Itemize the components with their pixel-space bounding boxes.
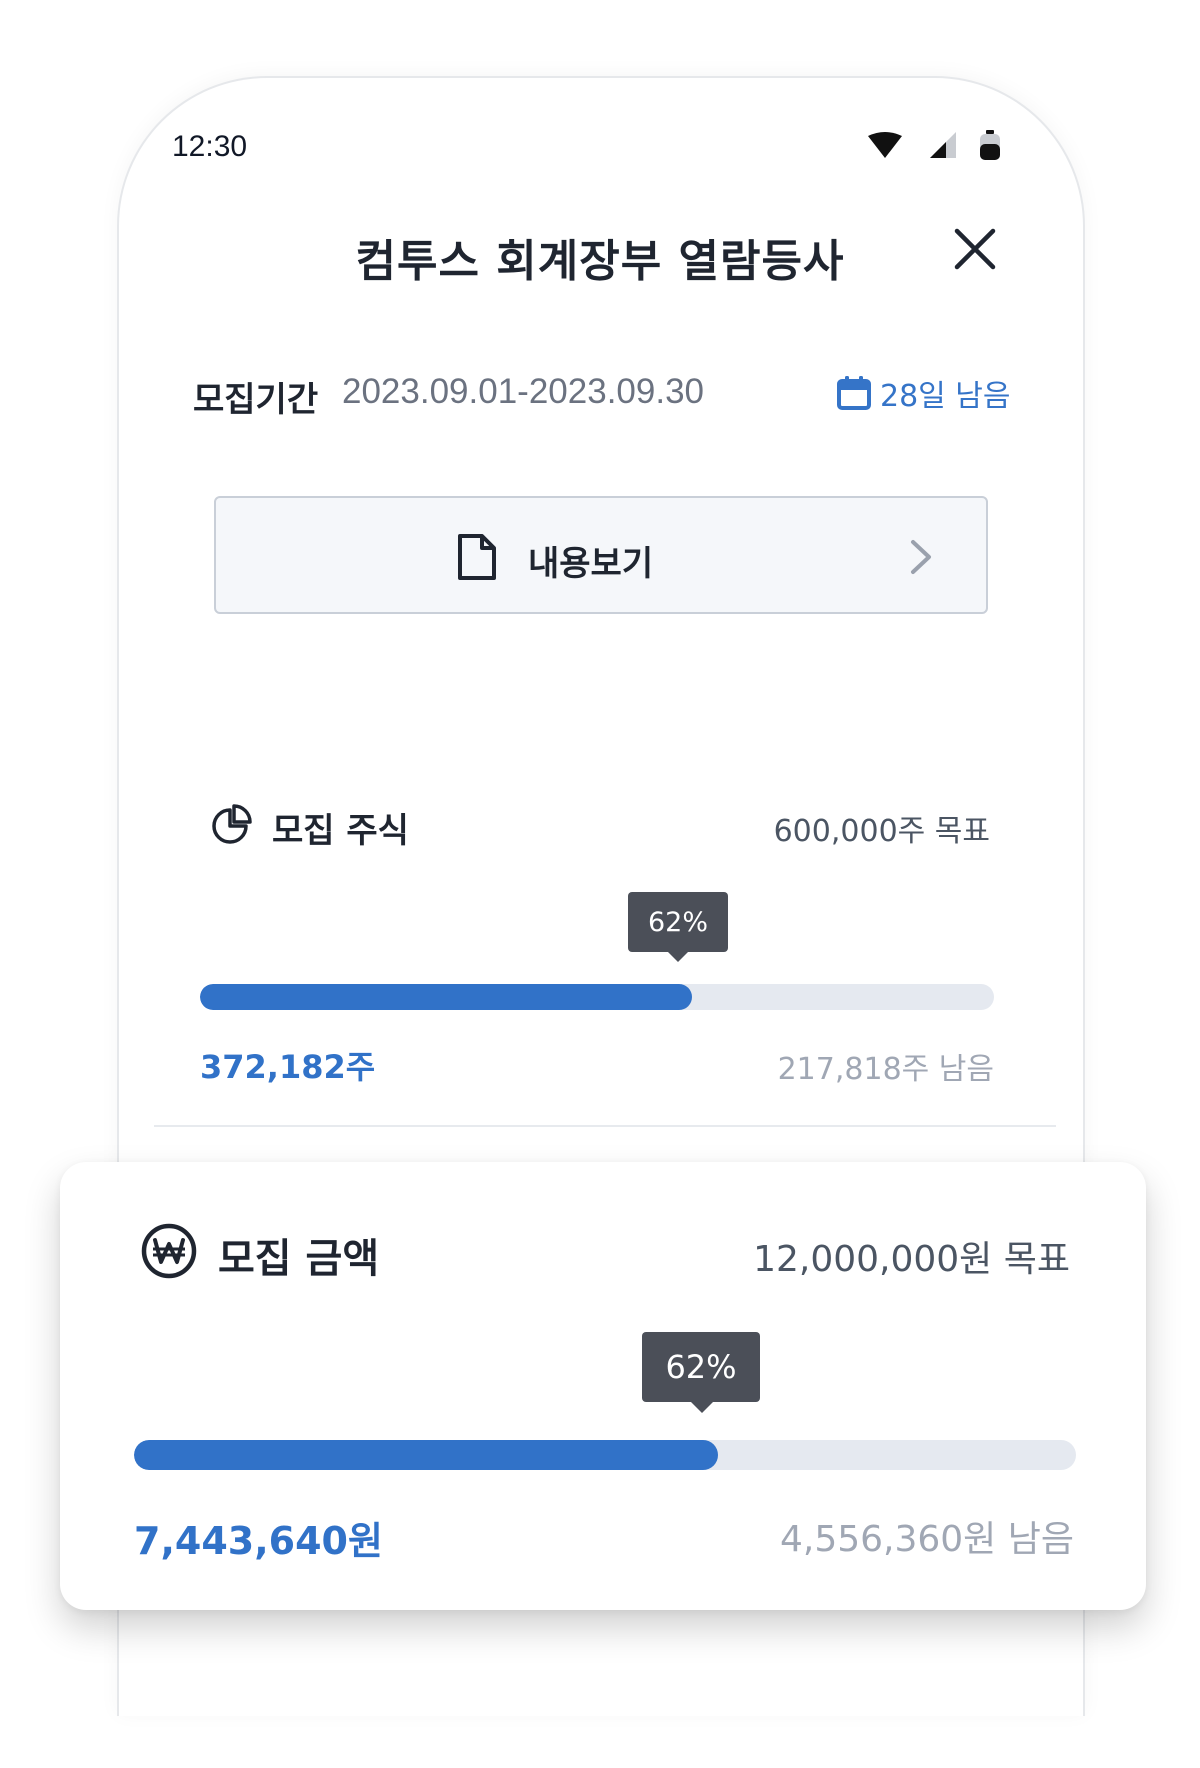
amount-percent-tooltip: 62%: [642, 1332, 760, 1413]
close-button[interactable]: [952, 226, 998, 272]
view-content-button[interactable]: 내용보기: [214, 496, 988, 614]
won-icon: [141, 1223, 197, 1279]
calendar-icon: [837, 376, 871, 410]
wifi-icon: [868, 132, 902, 158]
document-icon: [458, 534, 496, 580]
shares-remaining: 217,818주 남음: [777, 1052, 994, 1087]
section-divider: [154, 1125, 1056, 1127]
shares-current: 372,182주: [200, 1048, 376, 1086]
pie-chart-icon: [212, 804, 252, 844]
shares-target: 600,000주 목표: [773, 814, 990, 849]
close-icon: [954, 228, 996, 270]
amount-current: 7,443,640원: [134, 1519, 383, 1563]
amount-remaining: 4,556,360원 남음: [779, 1519, 1074, 1560]
amount-card: 모집 금액 12,000,000원 목표 62% 7,443,640원 4,55…: [60, 1162, 1146, 1610]
amount-title: 모집 금액: [218, 1236, 380, 1282]
status-time: 12:30: [172, 130, 248, 163]
page-title: 컴투스 회계장부 열람등사: [355, 236, 845, 287]
days-left-text: 28일 남음: [880, 379, 1011, 414]
shares-progress-fill: [200, 984, 693, 1010]
amount-target: 12,000,000원 목표: [753, 1239, 1070, 1280]
period-value: 2023.09.01-2023.09.30: [342, 372, 704, 411]
view-content-label: 내용보기: [528, 544, 654, 584]
days-left-badge: 28일 남음: [836, 372, 1011, 414]
signal-icon: [930, 132, 956, 158]
amount-progress-track: [134, 1440, 1076, 1470]
status-icons: [868, 130, 1028, 170]
chevron-right-icon: [911, 540, 931, 574]
shares-percent-tooltip: 62%: [628, 892, 728, 962]
battery-icon: [986, 130, 994, 134]
amount-progress-fill: [134, 1440, 719, 1470]
shares-title: 모집 주식: [272, 811, 409, 851]
period-label: 모집기간: [193, 380, 319, 420]
shares-progress-track: [200, 984, 994, 1010]
